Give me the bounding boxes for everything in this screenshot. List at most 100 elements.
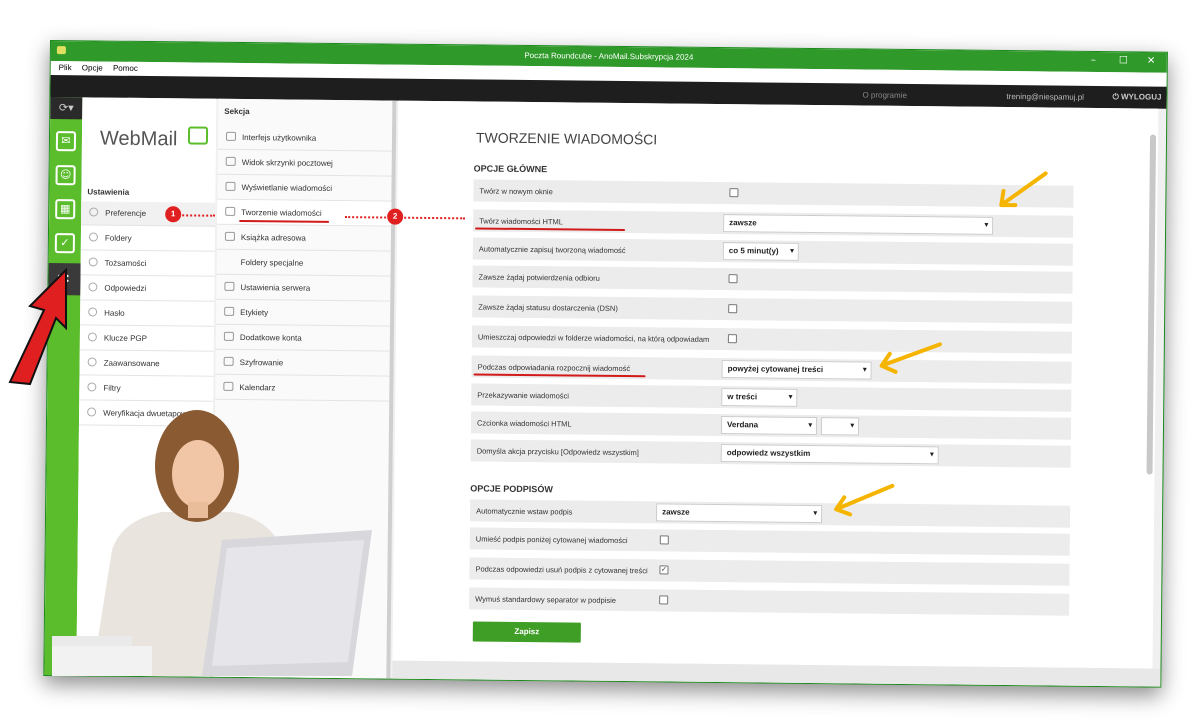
mail-icon[interactable]: ✉	[55, 131, 77, 152]
menu-plik[interactable]: Plik	[59, 63, 72, 72]
section-item-label: Szyfrowanie	[239, 358, 284, 368]
settings-item-filters[interactable]: Filtry	[79, 376, 214, 402]
section-item-accounts[interactable]: Dodatkowe konta	[215, 324, 391, 352]
section-item-calendar[interactable]: Kalendarz	[215, 374, 390, 402]
settings-item-label: Filtry	[103, 383, 121, 393]
key-icon	[87, 332, 97, 342]
highlight-arrow-reply	[879, 342, 942, 374]
preferences-icon	[89, 207, 99, 217]
autosave-select[interactable]: co 5 minut(y) ▾	[722, 242, 799, 261]
section-item-labels[interactable]: Etykiety	[216, 299, 391, 327]
red-pointer-arrow	[8, 267, 67, 386]
settings-item-responses[interactable]: Odpowiedzi	[80, 276, 215, 302]
chevron-down-icon: ▾	[863, 366, 867, 374]
section-item-display[interactable]: Wyświetlanie wiadomości	[217, 174, 392, 202]
row-label: Twórz wiadomości HTML	[479, 216, 563, 227]
settings-item-identities[interactable]: Tożsamości	[80, 251, 215, 277]
section-item-addressbook[interactable]: Książka adresowa	[216, 224, 392, 252]
minimize-button[interactable]: –	[1091, 55, 1096, 66]
calendar-icon[interactable]: ▦	[55, 199, 76, 220]
settings-item-label: Klucze PGP	[103, 333, 148, 344]
close-button[interactable]: ✕	[1147, 55, 1156, 66]
section-item-label: Foldery specjalne	[240, 258, 304, 268]
row-label: Podczas odpowiadania rozpocznij wiadomoś…	[477, 362, 631, 374]
pencil-icon	[225, 206, 236, 216]
refresh-icon[interactable]: ⟳▾	[50, 97, 83, 120]
row-label: Zawsze żądaj potwierdzenia odbioru	[478, 272, 600, 283]
gear-icon	[88, 307, 98, 317]
logout-button[interactable]: ⏻ WYLOGUJ	[1112, 92, 1161, 103]
row-label: Domyśla akcja przycisku [Odpowiedz wszys…	[476, 446, 639, 458]
sig-strip-checkbox[interactable]: ✓	[659, 565, 669, 575]
section-item-encryption[interactable]: Szyfrowanie	[215, 349, 390, 377]
select-value: odpowiedz wszystkim	[726, 448, 811, 458]
row-label: Wymuś standardowy separator w podpisie	[475, 594, 617, 605]
auto-sig-select[interactable]: zawsze ▾	[655, 503, 823, 524]
row-autosave: Automatycznie zapisuj tworzoną wiadomość…	[472, 237, 1073, 266]
gear-icon	[87, 357, 97, 367]
forward-select[interactable]: w treści ▾	[721, 388, 798, 407]
contacts-icon[interactable]: ☺	[55, 165, 76, 186]
maximize-button[interactable]: ☐	[1119, 55, 1128, 66]
section-item-label: Tworzenie wiadomości	[241, 208, 322, 218]
select-value: w treści	[727, 392, 758, 402]
webmail-logo-icon	[187, 126, 209, 145]
settings-item-label: Tożsamości	[104, 258, 147, 269]
gear-icon	[87, 382, 97, 392]
save-button[interactable]: Zapisz	[472, 621, 581, 643]
select-value: Verdana	[726, 420, 759, 430]
screenshot-stage: Poczta Roundcube - AnoMail.Subskrypcja 2…	[0, 0, 1200, 719]
sig-below-checkbox[interactable]	[659, 535, 669, 545]
settings-heading: Ustawienia	[87, 187, 130, 197]
html-select[interactable]: zawsze ▾	[723, 214, 994, 235]
font-size-select[interactable]: ▾	[820, 417, 860, 436]
row-label: Umieszczaj odpowiedzi w folderze wiadomo…	[477, 332, 710, 344]
dsn-checkbox[interactable]	[728, 304, 738, 314]
section-item-label: Książka adresowa	[240, 233, 306, 243]
menu-opcje[interactable]: Opcje	[82, 63, 103, 72]
section-item-compose[interactable]: Tworzenie wiadomości	[217, 199, 392, 227]
row-reply-folder: Umieszczaj odpowiedzi w folderze wiadomo…	[471, 325, 1073, 354]
settings-item-folders[interactable]: Foldery	[80, 226, 216, 252]
row-sig-sep: Wymuś standardowy separator w podpisie	[469, 587, 1070, 616]
scrollbar[interactable]	[1146, 134, 1157, 475]
about-link[interactable]: O programie	[862, 91, 907, 100]
gear-icon	[224, 281, 235, 291]
settings-item-password[interactable]: Hasło	[80, 301, 215, 327]
row-sig-strip: Podczas odpowiedzi usuń podpis z cytowan…	[469, 557, 1070, 586]
row-new-window: Twórz w nowym oknie	[473, 179, 1074, 208]
identity-icon	[88, 257, 98, 267]
section-item-label: Kalendarz	[239, 383, 276, 393]
user-email: trening@niespamuj.pl	[1006, 92, 1085, 102]
section-item-special-folders[interactable]: Foldery specjalne	[216, 249, 391, 277]
reply-start-select[interactable]: powyżej cytowanej treści ▾	[721, 360, 872, 380]
woman-with-laptop-image	[52, 410, 372, 676]
settings-item-advanced[interactable]: Zaawansowane	[79, 351, 214, 377]
settings-item-label: Zaawansowane	[103, 358, 160, 369]
menu-pomoc[interactable]: Pomoc	[113, 64, 138, 73]
step-badge-2: 2	[387, 208, 404, 225]
chevron-down-icon: ▾	[813, 510, 818, 518]
section-item-label: Etykiety	[240, 308, 269, 318]
select-value: zawsze	[662, 507, 690, 517]
chevron-down-icon: ▾	[850, 422, 855, 430]
new-window-checkbox[interactable]	[729, 188, 739, 198]
row-font: Czcionka wiadomości HTML Verdana ▾ ▾	[470, 411, 1072, 440]
section-item-label: Ustawienia serwera	[240, 283, 311, 293]
reply-all-select[interactable]: odpowiedz wszystkim ▾	[720, 444, 939, 465]
select-value: co 5 minut(y)	[728, 246, 779, 256]
highlight-arrow-html	[999, 171, 1048, 208]
read-receipt-checkbox[interactable]	[728, 274, 738, 284]
reply-folder-checkbox[interactable]	[727, 334, 737, 344]
font-select[interactable]: Verdana ▾	[720, 416, 818, 436]
settings-item-pgp[interactable]: Klucze PGP	[79, 326, 214, 352]
section-item-mailbox[interactable]: Widok skrzynki pocztowej	[217, 149, 392, 177]
tasks-icon[interactable]: ✓	[54, 233, 75, 254]
sig-sep-checkbox[interactable]	[659, 595, 669, 605]
row-label: Czcionka wiadomości HTML	[476, 418, 572, 429]
at-icon	[223, 331, 234, 341]
section-item-server[interactable]: Ustawienia serwera	[216, 274, 391, 302]
section-item-ui[interactable]: Interfejs użytkownika	[217, 124, 393, 152]
row-label: Podczas odpowiedzi usuń podpis z cytowan…	[475, 564, 648, 576]
row-label: Przekazywanie wiadomości	[477, 390, 570, 401]
